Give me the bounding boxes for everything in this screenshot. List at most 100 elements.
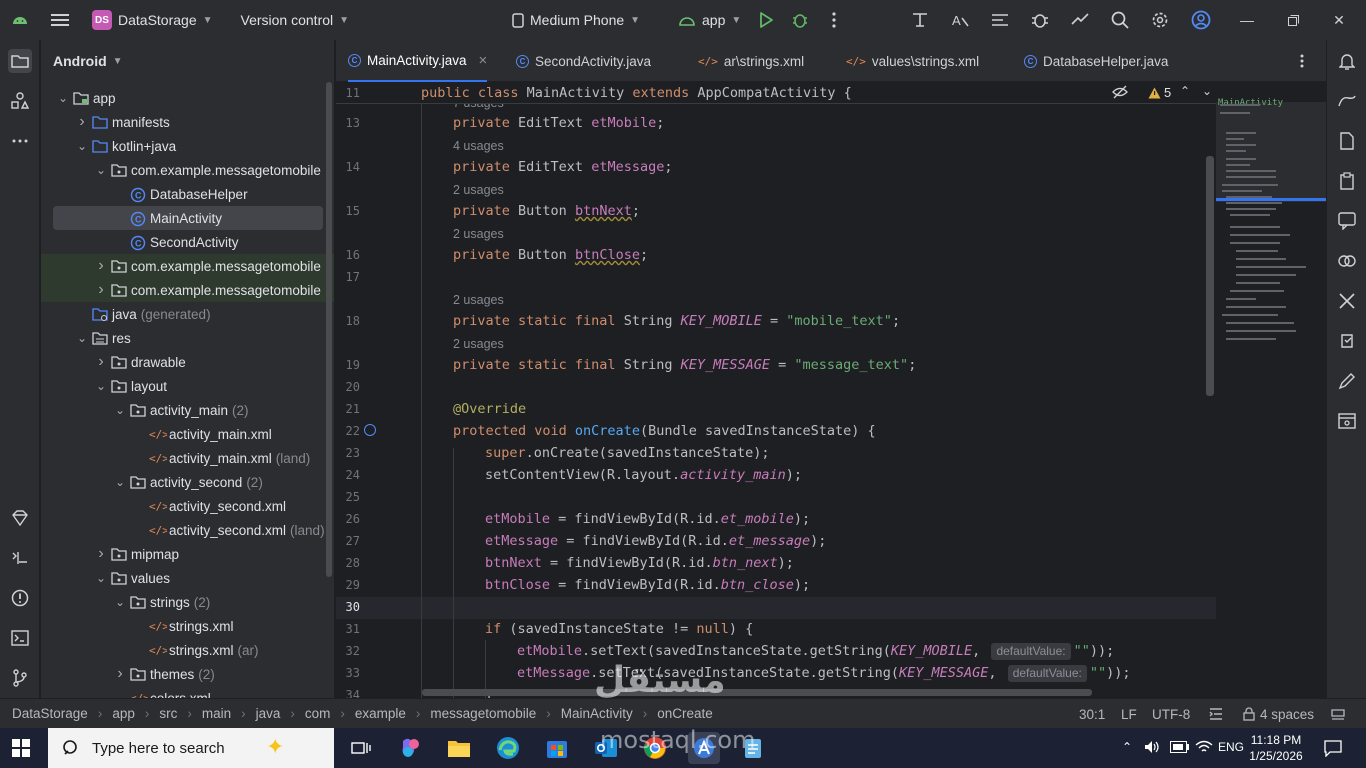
project-tree-row-strings-ar-xml[interactable]: </> strings.xml (ar) bbox=[41, 638, 334, 662]
project-tree-row-res[interactable]: ⌄ res bbox=[41, 326, 334, 350]
search-icon[interactable] bbox=[1100, 0, 1140, 40]
chevron-right-icon[interactable]: › bbox=[95, 281, 107, 299]
project-tree-row-drawable[interactable]: › drawable bbox=[41, 350, 334, 374]
code-minimap[interactable]: MainActivity bbox=[1216, 82, 1326, 698]
translate-icon[interactable]: A bbox=[940, 0, 980, 40]
task-view-icon[interactable] bbox=[345, 732, 377, 764]
breadcrumb-item-folder[interactable]: src bbox=[159, 706, 177, 721]
project-tree-row-strings-group[interactable]: ⌄ strings (2) bbox=[41, 590, 334, 614]
terminal-icon[interactable] bbox=[8, 626, 32, 650]
project-tree-row-manifests[interactable]: › manifests bbox=[41, 110, 334, 134]
reader-mode-icon[interactable] bbox=[1112, 85, 1128, 102]
memory-indicator-icon[interactable] bbox=[1330, 699, 1346, 729]
project-tree-row-package-test[interactable]: › com.example.messagetomobile bbox=[41, 278, 334, 302]
gem-icon[interactable] bbox=[8, 506, 32, 530]
project-tree-row-themes-group[interactable]: › themes (2) bbox=[41, 662, 334, 686]
main-menu-icon[interactable] bbox=[40, 0, 80, 40]
project-view-selector[interactable]: Android ▼ bbox=[41, 40, 334, 82]
breadcrumb-item-package[interactable]: com bbox=[305, 706, 331, 721]
breadcrumb-item-class[interactable]: MainActivity bbox=[561, 706, 633, 721]
breadcrumb-item-folder[interactable]: java bbox=[256, 706, 281, 721]
project-tree-row-secondactivity[interactable]: C SecondActivity bbox=[41, 230, 334, 254]
volume-icon[interactable] bbox=[1144, 740, 1160, 757]
project-folder-icon[interactable] bbox=[8, 49, 32, 73]
chevron-up-icon[interactable]: ⌃ bbox=[1122, 740, 1132, 754]
warnings-indicator[interactable]: 5 bbox=[1148, 85, 1171, 100]
usages-hint[interactable]: 2 usages bbox=[453, 337, 504, 351]
breadcrumb-item-method[interactable]: onCreate bbox=[657, 706, 713, 721]
action-center-icon[interactable] bbox=[1324, 739, 1342, 760]
resource-manager-icon[interactable] bbox=[8, 89, 32, 113]
breadcrumb-item-package[interactable]: messagetomobile bbox=[430, 706, 536, 721]
chevron-down-icon[interactable]: ⌄ bbox=[76, 139, 88, 153]
project-tree-row-mainactivity[interactable]: C MainActivity bbox=[53, 206, 323, 230]
device-file-explorer-icon[interactable] bbox=[1335, 129, 1359, 153]
file-encoding[interactable]: UTF-8 bbox=[1152, 699, 1190, 729]
breadcrumb-item-folder[interactable]: main bbox=[202, 706, 231, 721]
wifi-icon[interactable] bbox=[1195, 740, 1213, 757]
copilot-icon[interactable] bbox=[394, 732, 426, 764]
breadcrumb-item-module[interactable]: app bbox=[112, 706, 135, 721]
gear-icon[interactable] bbox=[1140, 0, 1180, 40]
file-explorer-icon[interactable] bbox=[443, 732, 475, 764]
project-tree-row-activity-main-group[interactable]: ⌄ activity_main (2) bbox=[41, 398, 334, 422]
link-icon[interactable] bbox=[1335, 249, 1359, 273]
project-tree-row-mipmap[interactable]: › mipmap bbox=[41, 542, 334, 566]
gemini-chat-icon[interactable] bbox=[1335, 209, 1359, 233]
chevron-down-icon[interactable]: ⌄ bbox=[57, 91, 69, 105]
minimap-viewport[interactable] bbox=[1216, 102, 1326, 202]
code-editor[interactable]: 13 14 15 16 17 18 19 20 21 22 23 24 25 26 27 28 29 30 31 32… bbox=[336, 82, 1326, 698]
close-button[interactable]: ✕ bbox=[1316, 0, 1362, 40]
usages-hint[interactable]: 4 usages bbox=[453, 139, 504, 153]
tab-ar-strings-xml[interactable]: </> ar\strings.xml bbox=[698, 40, 804, 82]
breadcrumb-item-project[interactable]: DataStorage bbox=[12, 706, 88, 721]
project-tree-row-activity-main-land-xml[interactable]: </> activity_main.xml (land) bbox=[41, 446, 334, 470]
project-tree-row-app[interactable]: ⌄ app bbox=[41, 86, 334, 110]
usages-hint[interactable]: 2 usages bbox=[453, 227, 504, 241]
project-tree-row-strings-xml[interactable]: </> strings.xml bbox=[41, 614, 334, 638]
usages-hint[interactable]: 2 usages bbox=[453, 293, 504, 307]
usages-hint[interactable]: 2 usages bbox=[453, 183, 504, 197]
tab-mainactivity-java[interactable]: C MainActivity.java × bbox=[348, 40, 488, 82]
override-marker-icon[interactable] bbox=[364, 424, 376, 436]
android-studio-taskbar-icon[interactable] bbox=[688, 732, 720, 764]
project-tree-row-activity-second-group[interactable]: ⌄ activity_second (2) bbox=[41, 470, 334, 494]
chevron-down-icon[interactable]: ⌄ bbox=[114, 595, 126, 609]
notepad-icon[interactable] bbox=[737, 732, 769, 764]
project-tree-row-kotlin-java[interactable]: ⌄ kotlin+java bbox=[41, 134, 334, 158]
line-separator[interactable]: LF bbox=[1121, 699, 1137, 729]
project-scrollbar[interactable] bbox=[326, 82, 332, 577]
git-branch-icon[interactable] bbox=[8, 666, 32, 690]
breadcrumb-item-package[interactable]: example bbox=[355, 706, 406, 721]
input-language[interactable]: ENG bbox=[1218, 740, 1244, 754]
chrome-icon[interactable] bbox=[639, 732, 671, 764]
run-config-selector[interactable]: app ▼ bbox=[678, 12, 741, 28]
chevron-right-icon[interactable]: › bbox=[95, 545, 107, 563]
tab-databasehelper-java[interactable]: C DatabaseHelper.java bbox=[1024, 40, 1168, 82]
chevron-right-icon[interactable]: › bbox=[114, 665, 126, 683]
gradle-icon[interactable] bbox=[1335, 89, 1359, 113]
project-tree-row-activity-second-xml[interactable]: </> activity_second.xml bbox=[41, 494, 334, 518]
project-tree-row-package-main[interactable]: ⌄ com.example.messagetomobile bbox=[41, 158, 334, 182]
project-tree-row-package-androidtest[interactable]: › com.example.messagetomobile bbox=[41, 254, 334, 278]
chevron-down-icon[interactable]: ⌄ bbox=[76, 331, 88, 345]
chevron-right-icon[interactable]: › bbox=[76, 113, 88, 131]
project-tree-row-values[interactable]: ⌄ values bbox=[41, 566, 334, 590]
outlook-icon[interactable] bbox=[590, 732, 622, 764]
more-horizontal-icon[interactable] bbox=[8, 129, 32, 153]
edge-browser-icon[interactable] bbox=[492, 732, 524, 764]
taskbar-clock[interactable]: 11:18 PM 1/25/2026 bbox=[1248, 732, 1304, 764]
windows-start-icon[interactable] bbox=[12, 739, 30, 760]
app-inspection-icon[interactable] bbox=[1335, 329, 1359, 353]
tab-options-icon[interactable] bbox=[1300, 40, 1304, 82]
problems-icon[interactable] bbox=[8, 586, 32, 610]
editor-vertical-scrollbar[interactable] bbox=[1206, 156, 1214, 396]
build-variants-icon[interactable] bbox=[8, 546, 32, 570]
sync-gradle-icon[interactable] bbox=[1060, 0, 1100, 40]
battery-icon[interactable] bbox=[1170, 741, 1190, 756]
chevron-down-icon[interactable]: ⌄ bbox=[95, 379, 107, 393]
device-selector[interactable]: Medium Phone ▼ bbox=[512, 12, 640, 28]
device-manager-icon[interactable] bbox=[900, 0, 940, 40]
tab-secondactivity-java[interactable]: C SecondActivity.java bbox=[516, 40, 651, 82]
logcat-icon[interactable] bbox=[980, 0, 1020, 40]
